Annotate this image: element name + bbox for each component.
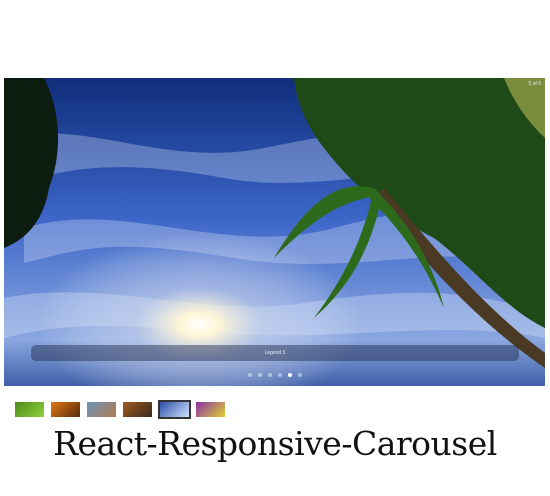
thumbnail-1[interactable] [14,401,45,418]
thumbnail-3[interactable] [86,401,117,418]
slide-status: 5 of 6 [528,81,541,87]
dot-5[interactable] [287,373,292,377]
dot-6[interactable] [297,373,302,377]
slide-legend: Legend 5 [31,345,519,361]
slide-image-palm-sky [4,78,545,386]
thumbnail-2[interactable] [50,401,81,418]
thumbnail-5[interactable] [158,400,191,419]
carousel-slider[interactable]: 5 of 6 Legend 5 [4,78,545,386]
page-caption: React-Responsive-Carousel [53,424,497,463]
dot-3[interactable] [267,373,272,377]
dot-4[interactable] [277,373,282,377]
carousel-dots [4,373,545,377]
dot-2[interactable] [257,373,262,377]
dot-1[interactable] [247,373,252,377]
thumbnail-4[interactable] [122,401,153,418]
thumbnail-6[interactable] [195,401,226,418]
